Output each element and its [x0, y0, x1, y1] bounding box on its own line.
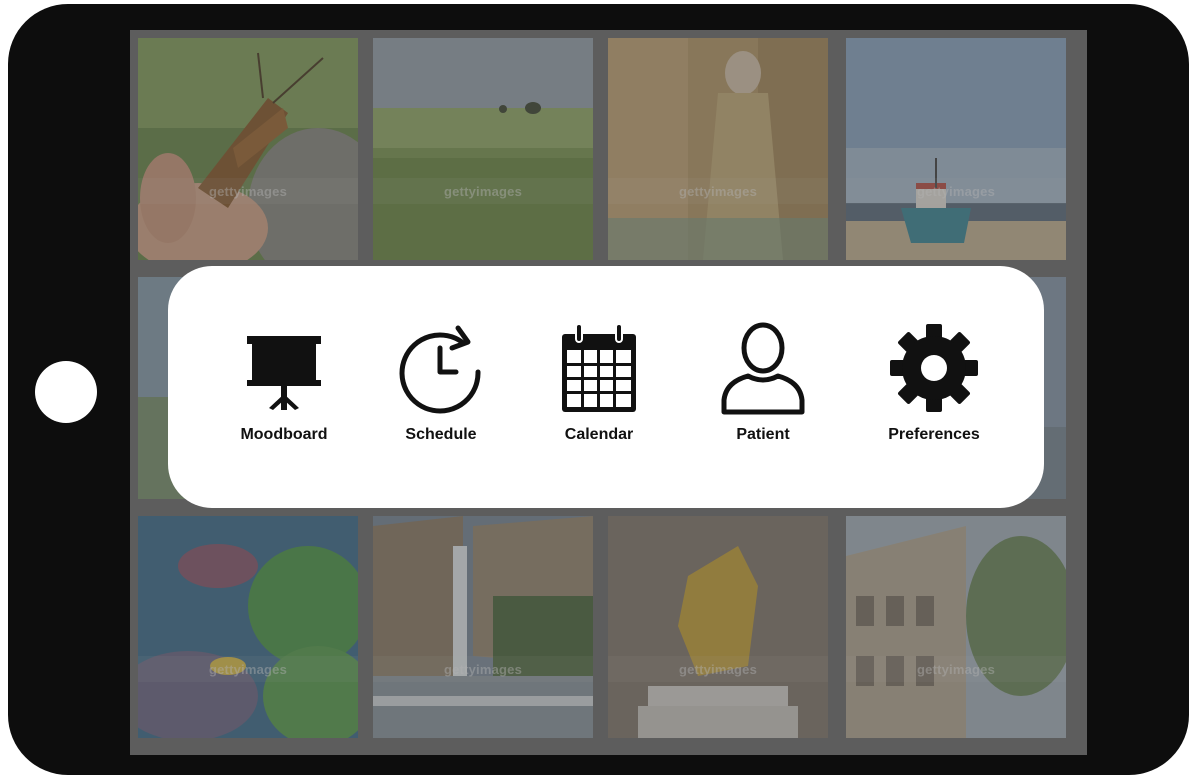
menu-item-label: Calendar	[564, 426, 634, 443]
person-icon	[718, 320, 808, 416]
menu-item-label: Patient	[736, 426, 790, 443]
menu-item-patient[interactable]: Patient	[688, 320, 838, 450]
calendar-icon	[554, 320, 644, 416]
menu-item-preferences[interactable]: Preferences	[859, 320, 1009, 450]
menu-item-moodboard[interactable]: Moodboard	[209, 320, 359, 450]
menu-item-label: Preferences	[888, 426, 980, 443]
home-button[interactable]	[35, 361, 97, 423]
presentation-board-icon	[239, 320, 329, 416]
clock-refresh-icon	[396, 320, 486, 416]
menu-item-calendar[interactable]: Calendar	[524, 320, 674, 450]
menu-item-label: Schedule	[405, 426, 477, 443]
menu-item-label: Moodboard	[240, 426, 328, 443]
menu-panel: Moodboard Schedule Calendar Patient Pref…	[168, 266, 1044, 508]
gear-icon	[889, 320, 979, 416]
menu-item-schedule[interactable]: Schedule	[366, 320, 516, 450]
